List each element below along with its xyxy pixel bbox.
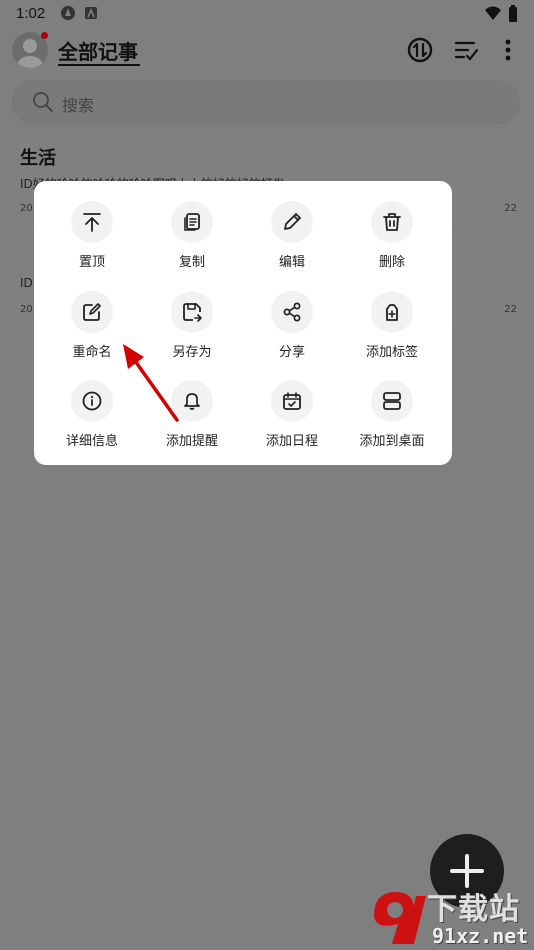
menu-item-delete[interactable]: 删除 (342, 201, 442, 283)
battery-icon (509, 5, 517, 22)
watermark-logo (374, 892, 426, 944)
menu-label: 另存为 (172, 345, 212, 360)
app-header: 全部记事 (0, 28, 534, 76)
menu-label: 详细信息 (65, 434, 118, 449)
copy-icon (184, 213, 200, 231)
note-title: 生活 (20, 148, 56, 169)
notification-dot (41, 32, 48, 39)
add-tag-icon (386, 304, 398, 321)
wifi-icon (485, 6, 501, 20)
search-icon (33, 92, 53, 112)
save-as-icon (183, 303, 202, 322)
note-char-count: 22 (504, 203, 517, 214)
note-context-menu: 置顶 复制 编辑 删除 重命名 另存为 分享 添加标签 详细信息 添加提醒 添加… (34, 181, 452, 465)
menu-icon-circle (371, 380, 413, 422)
menu-icon-circle (71, 201, 113, 243)
page-title[interactable]: 全部记事 (58, 36, 138, 65)
menu-label: 添加提醒 (165, 434, 218, 449)
sort-button[interactable] (452, 36, 480, 64)
more-options-button[interactable] (494, 36, 522, 64)
menu-item-rename[interactable]: 重命名 (42, 291, 142, 373)
menu-item-add-schedule[interactable]: 添加日程 (242, 380, 342, 462)
rename-icon (83, 303, 101, 321)
menu-icon-circle (171, 201, 213, 243)
menu-item-add-reminder[interactable]: 添加提醒 (142, 380, 242, 462)
menu-icon-circle (271, 291, 313, 333)
menu-icon-circle (171, 291, 213, 333)
share-icon (283, 302, 301, 322)
menu-label: 添加标签 (365, 345, 418, 360)
bell-icon (184, 393, 200, 410)
menu-label: 编辑 (278, 255, 305, 270)
watermark-text: 下载站 (427, 892, 520, 927)
menu-icon-circle (271, 380, 313, 422)
trash-icon (383, 213, 401, 231)
menu-label: 复制 (178, 255, 205, 270)
calendar-icon (283, 392, 301, 410)
status-time: 1:02 (16, 5, 46, 22)
menu-label: 分享 (278, 345, 305, 360)
note-date: 20 (20, 203, 33, 214)
menu-label: 添加到桌面 (359, 434, 425, 449)
menu-item-add-to-desktop[interactable]: 添加到桌面 (342, 380, 442, 462)
menu-icon-circle (171, 380, 213, 422)
menu-icon-circle (371, 201, 413, 243)
menu-item-copy[interactable]: 复制 (142, 201, 242, 283)
desktop-widget-icon (383, 392, 401, 410)
menu-icon-circle (71, 291, 113, 333)
menu-label: 删除 (378, 255, 405, 270)
watermark-url: 91xz.net (432, 924, 529, 948)
menu-item-details[interactable]: 详细信息 (42, 380, 142, 462)
menu-item-pin-top[interactable]: 置顶 (42, 201, 142, 283)
app-notification-icon (61, 6, 75, 20)
menu-item-add-tag[interactable]: 添加标签 (342, 291, 442, 373)
menu-item-save-as[interactable]: 另存为 (142, 291, 242, 373)
pencil-icon (284, 213, 301, 230)
note-char-count: 22 (504, 304, 517, 315)
menu-label: 添加日程 (265, 434, 318, 449)
menu-item-edit[interactable]: 编辑 (242, 201, 342, 283)
status-bar: 1:02 (0, 0, 534, 28)
menu-icon-circle (371, 291, 413, 333)
menu-label: 置顶 (78, 255, 105, 270)
menu-item-share[interactable]: 分享 (242, 291, 342, 373)
menu-icon-circle (71, 380, 113, 422)
note-date: 20 (20, 304, 33, 315)
search-placeholder: 搜索 (62, 96, 95, 115)
search-input[interactable]: 搜索 (12, 80, 520, 124)
note-preview: ID (20, 276, 33, 290)
menu-label: 重命名 (72, 345, 112, 360)
pin-top-icon (83, 213, 101, 232)
menu-icon-circle (271, 201, 313, 243)
store-notification-icon (85, 7, 97, 19)
sync-button[interactable] (406, 36, 434, 64)
info-icon (82, 391, 102, 411)
title-underline (58, 64, 140, 66)
